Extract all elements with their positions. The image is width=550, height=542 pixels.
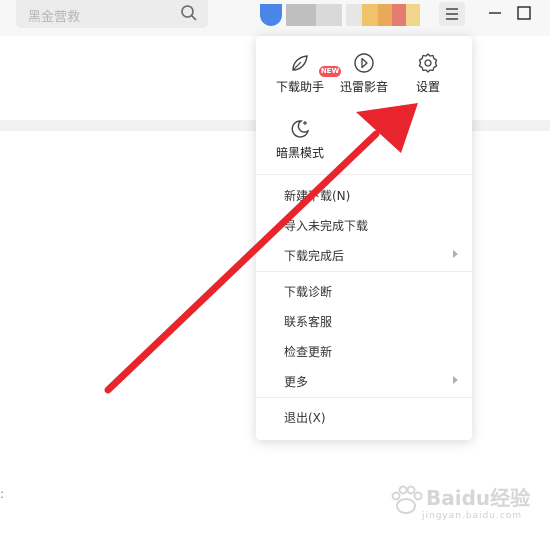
submenu-arrow-icon (453, 250, 458, 258)
menu-item-label: 更多 (284, 375, 309, 389)
title-bar: 黑金营救 (0, 0, 550, 36)
quick-label: 设置 (415, 80, 440, 94)
quick-dark-mode[interactable]: 暗黑模式 (268, 118, 332, 178)
menu-item-more[interactable]: 更多 (256, 368, 472, 394)
menu-item-label: 联系客服 (284, 315, 333, 329)
search-input[interactable]: 黑金营救 (28, 6, 80, 25)
paw-logo-icon (391, 485, 423, 514)
menu-item-label: 导入未完成下载 (284, 219, 369, 233)
search-box[interactable]: 黑金营救 (16, 0, 208, 28)
menu-item-after-download[interactable]: 下载完成后 (256, 242, 472, 268)
gear-icon (418, 53, 438, 73)
quick-download-assistant[interactable]: NEW 下载助手 (268, 52, 341, 112)
moon-icon (291, 120, 310, 138)
maximize-icon[interactable] (515, 4, 533, 22)
user-avatar[interactable] (260, 4, 430, 28)
menu-divider (256, 174, 472, 175)
minimize-icon[interactable] (486, 4, 504, 22)
menu-item-check-update[interactable]: 检查更新 (256, 338, 472, 364)
menu-item-new-download[interactable]: 新建下载(N) (256, 182, 472, 208)
quick-settings[interactable]: 设置 (396, 52, 460, 112)
truncated-text: : (0, 487, 5, 501)
search-icon[interactable] (180, 4, 198, 22)
watermark: Baidu经验 jingyan.baidu.com (388, 478, 538, 528)
quick-label: 下载助手 (275, 80, 324, 94)
menu-divider (256, 271, 472, 272)
menu-item-exit[interactable]: 退出(X) (256, 404, 472, 430)
menu-item-label: 检查更新 (284, 345, 333, 359)
main-menu-dropdown: NEW 下载助手 迅雷影音 设置 暗黑模式 新建下载(N) 导入未完成下载 下载… (256, 36, 472, 440)
submenu-arrow-icon (453, 376, 458, 384)
quick-label: 暗黑模式 (275, 146, 324, 160)
menu-divider (256, 397, 472, 398)
menu-item-contact-support[interactable]: 联系客服 (256, 308, 472, 334)
menu-item-label: 下载诊断 (284, 285, 333, 299)
main-menu-button[interactable] (439, 2, 465, 26)
menu-item-label: 退出(X) (284, 411, 326, 425)
watermark-brand: Baidu经验 (426, 486, 531, 510)
menu-item-label: 新建下载(N) (284, 189, 351, 203)
quick-xunlei-player[interactable]: 迅雷影音 (332, 52, 396, 112)
menu-item-diagnostics[interactable]: 下载诊断 (256, 278, 472, 304)
watermark-url: jingyan.baidu.com (422, 511, 523, 521)
hamburger-icon (446, 8, 458, 20)
menu-item-import-unfinished[interactable]: 导入未完成下载 (256, 212, 472, 238)
menu-item-label: 下载完成后 (284, 249, 345, 263)
quick-label: 迅雷影音 (339, 80, 388, 94)
broom-icon (292, 55, 308, 71)
play-circle-icon (354, 53, 374, 73)
